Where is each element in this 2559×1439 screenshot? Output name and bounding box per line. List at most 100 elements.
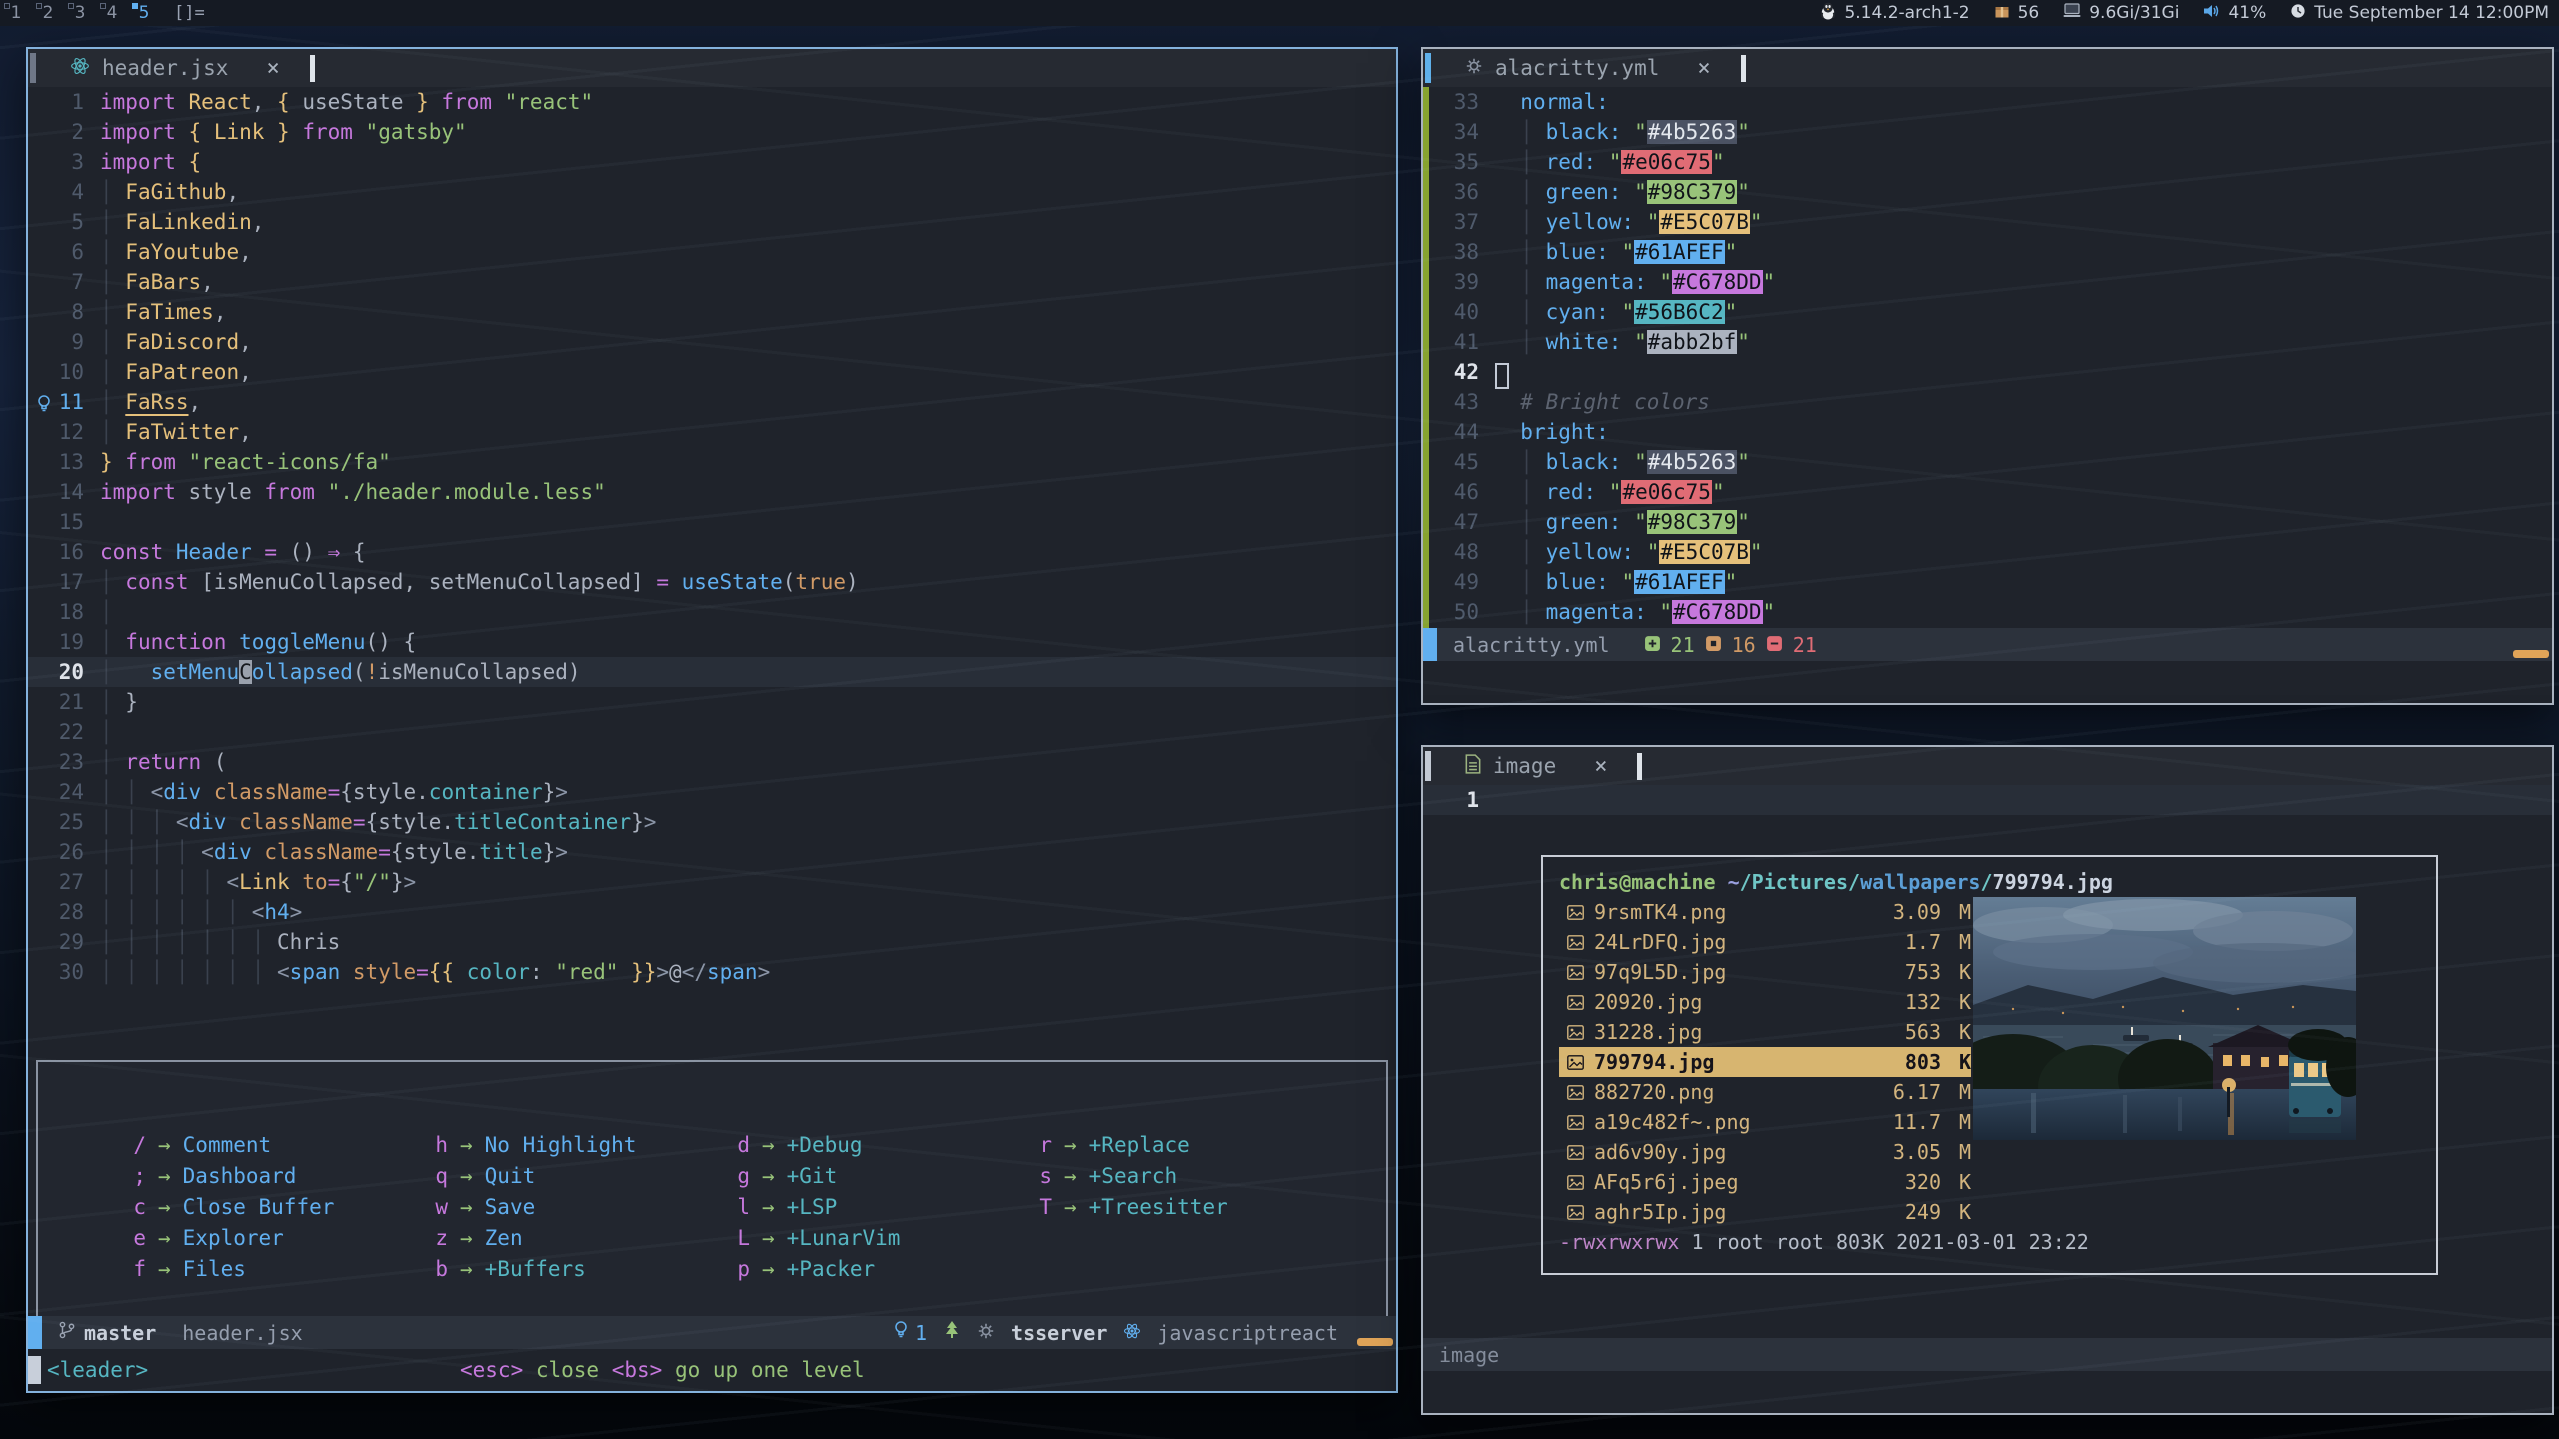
code-line-44: 44 bright: bbox=[1423, 417, 2552, 447]
clock-icon bbox=[2290, 3, 2306, 24]
window-editor-header-jsx[interactable]: header.jsx × 1import React, { useState }… bbox=[26, 47, 1398, 1393]
workspace-indicator-square bbox=[132, 3, 138, 9]
file-row[interactable]: AFq5r6j.jpeg320K bbox=[1559, 1167, 1971, 1197]
git-added-count: 21 bbox=[1671, 633, 1695, 657]
arrow-icon: → bbox=[460, 1161, 473, 1192]
code-area-alacritty[interactable]: 33 normal:34 │ black: "#4b5263"35 │ red:… bbox=[1423, 87, 2552, 628]
command-line-image bbox=[1423, 1371, 2552, 1413]
whichkey-popup: /→Comment;→Dashboardc→Close Buffere→Expl… bbox=[36, 1060, 1388, 1316]
whichkey-binding-l[interactable]: l→+LSP bbox=[734, 1192, 1036, 1223]
code-line-46: 46 │ red: "#e06c75" bbox=[1423, 477, 2552, 507]
code-line-18: 18│ bbox=[28, 597, 1396, 627]
tab-image[interactable]: image × bbox=[1431, 747, 1621, 785]
code-line-40: 40 │ cyan: "#56B6C2" bbox=[1423, 297, 2552, 327]
code-line-36: 36 │ green: "#98C379" bbox=[1423, 177, 2552, 207]
gear-icon bbox=[977, 1321, 995, 1345]
code-line-3: 3import { bbox=[28, 147, 1396, 177]
whichkey-binding-z[interactable]: z→Zen bbox=[432, 1223, 734, 1254]
whichkey-binding-b[interactable]: b→+Buffers bbox=[432, 1254, 734, 1285]
package-icon bbox=[1994, 3, 2010, 24]
code-area-header-jsx[interactable]: 1import React, { useState } from "react"… bbox=[28, 87, 1396, 1316]
whichkey-binding-e[interactable]: e→Explorer bbox=[130, 1223, 432, 1254]
arrow-icon: → bbox=[762, 1161, 775, 1192]
whichkey-binding-c[interactable]: c→Close Buffer bbox=[130, 1192, 432, 1223]
statusline-filename: image bbox=[1439, 1343, 1499, 1367]
file-row[interactable]: 97q9L5D.jpg753K bbox=[1559, 957, 1971, 987]
whichkey-binding-;[interactable]: ;→Dashboard bbox=[130, 1161, 432, 1192]
react-filetype-icon bbox=[1123, 1321, 1141, 1345]
file-manager-path-header: chris@machine ~/Pictures/wallpapers/7997… bbox=[1559, 867, 2420, 897]
statusline-image: image bbox=[1423, 1338, 2552, 1371]
tab-close-icon[interactable]: × bbox=[1594, 754, 1607, 779]
whichkey-binding-q[interactable]: q→Quit bbox=[432, 1161, 734, 1192]
workspace-tag-1[interactable]: 1 bbox=[0, 0, 32, 26]
command-line-alacritty bbox=[1423, 661, 2552, 703]
workspace-tag-5[interactable]: 5 bbox=[128, 0, 160, 26]
diagnostics-indicator[interactable]: 1 bbox=[893, 1320, 927, 1345]
whichkey-binding-w[interactable]: w→Save bbox=[432, 1192, 734, 1223]
file-row[interactable]: 9rsmTK4.png3.09M bbox=[1559, 897, 1971, 927]
image-file-icon bbox=[1567, 995, 1584, 1010]
file-row[interactable]: 24LrDFQ.jpg1.7M bbox=[1559, 927, 1971, 957]
arrow-icon: → bbox=[158, 1254, 171, 1285]
whichkey-hint-line: <esc> close <bs> go up one level bbox=[460, 1358, 865, 1382]
code-line-35: 35 │ red: "#e06c75" bbox=[1423, 147, 2552, 177]
image-file-icon bbox=[1567, 1175, 1584, 1190]
tab-header-jsx[interactable]: header.jsx × bbox=[36, 49, 294, 87]
file-row[interactable]: 882720.png6.17M bbox=[1559, 1077, 1971, 1107]
workspace-tag-2[interactable]: 2 bbox=[32, 0, 64, 26]
workspace-tag-4[interactable]: 4 bbox=[96, 0, 128, 26]
command-line-left[interactable]: <leader> <esc> close <bs> go up one leve… bbox=[28, 1349, 1396, 1391]
code-line-42: 42 bbox=[1423, 357, 2552, 387]
whichkey-binding-f[interactable]: f→Files bbox=[130, 1254, 432, 1285]
whichkey-binding-r[interactable]: r→+Replace bbox=[1036, 1130, 1338, 1161]
git-removed-icon bbox=[1766, 633, 1783, 657]
code-line-6: 6│ FaYoutube, bbox=[28, 237, 1396, 267]
arrow-icon: → bbox=[460, 1192, 473, 1223]
code-line-9: 9│ FaDiscord, bbox=[28, 327, 1396, 357]
whichkey-binding-h[interactable]: h→No Highlight bbox=[432, 1130, 734, 1161]
whichkey-binding-s[interactable]: s→+Search bbox=[1036, 1161, 1338, 1192]
code-line-30: 30│ │ │ │ │ │ │ <span style={{ color: "r… bbox=[28, 957, 1396, 987]
code-line-22: 22│ bbox=[28, 717, 1396, 747]
image-file-icon bbox=[1567, 1025, 1584, 1040]
file-row-selected[interactable]: 799794.jpg803K bbox=[1559, 1047, 1971, 1077]
code-line-21: 21│ } bbox=[28, 687, 1396, 717]
code-line-20: 20│ setMenuCollapsed(!isMenuCollapsed) bbox=[28, 657, 1396, 687]
wallpaper-preview-image bbox=[1973, 897, 2356, 1140]
code-line-49: 49 │ blue: "#61AFEF" bbox=[1423, 567, 2552, 597]
whichkey-binding-L[interactable]: L→+LunarVim bbox=[734, 1223, 1036, 1254]
code-line-14: 14import style from "./header.module.les… bbox=[28, 477, 1396, 507]
tab-close-icon[interactable]: × bbox=[266, 56, 279, 81]
file-row[interactable]: aghr5Ip.jpg249K bbox=[1559, 1197, 1971, 1227]
statusline-filename: header.jsx bbox=[182, 1321, 302, 1345]
workspace-tag-3[interactable]: 3 bbox=[64, 0, 96, 26]
git-branch-name[interactable]: master bbox=[84, 1321, 156, 1345]
tab-alacritty-yml[interactable]: alacritty.yml × bbox=[1431, 49, 1725, 87]
code-line-13: 13} from "react-icons/fa" bbox=[28, 447, 1396, 477]
whichkey-binding-g[interactable]: g→+Git bbox=[734, 1161, 1036, 1192]
code-line-45: 45 │ black: "#4b5263" bbox=[1423, 447, 2552, 477]
arrow-icon: → bbox=[460, 1223, 473, 1254]
memory-icon bbox=[2063, 3, 2081, 23]
tab-close-icon[interactable]: × bbox=[1697, 56, 1710, 81]
file-row[interactable]: 20920.jpg132K bbox=[1559, 987, 1971, 1017]
code-line-48: 48 │ yellow: "#E5C07B" bbox=[1423, 537, 2552, 567]
whichkey-binding-/[interactable]: /→Comment bbox=[130, 1130, 432, 1161]
code-line-50: 50 │ magenta: "#C678DD" bbox=[1423, 597, 2552, 627]
whichkey-binding-T[interactable]: T→+Treesitter bbox=[1036, 1192, 1338, 1223]
window-image-preview[interactable]: image × 1 chris@machine ~/Pictures/wallp… bbox=[1421, 745, 2554, 1415]
layout-indicator[interactable]: []= bbox=[174, 3, 205, 23]
file-row[interactable]: ad6v90y.jpg3.05M bbox=[1559, 1137, 1971, 1167]
arrow-icon: → bbox=[158, 1192, 171, 1223]
window-editor-alacritty-yml[interactable]: alacritty.yml × 33 normal:34 │ black: "#… bbox=[1421, 47, 2554, 705]
whichkey-binding-p[interactable]: p→+Packer bbox=[734, 1254, 1036, 1285]
image-buffer-area[interactable]: 1 chris@machine ~/Pictures/wallpapers/79… bbox=[1423, 785, 2552, 1338]
file-row[interactable]: 31228.jpg563K bbox=[1559, 1017, 1971, 1047]
code-line-1: 1 bbox=[1423, 785, 2552, 815]
arrow-icon: → bbox=[158, 1161, 171, 1192]
file-row[interactable]: a19c482f~.png11.7M bbox=[1559, 1107, 1971, 1137]
whichkey-binding-d[interactable]: d→+Debug bbox=[734, 1130, 1036, 1161]
code-line-17: 17│ const [isMenuCollapsed, setMenuColla… bbox=[28, 567, 1396, 597]
code-line-34: 34 │ black: "#4b5263" bbox=[1423, 117, 2552, 147]
